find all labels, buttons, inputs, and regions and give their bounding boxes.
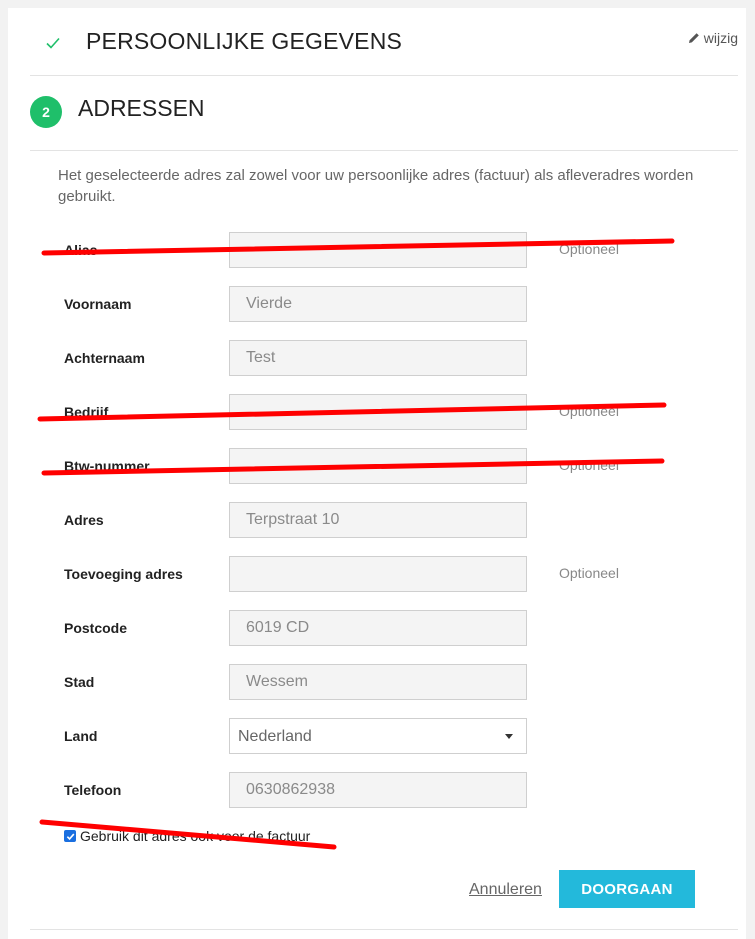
divider xyxy=(30,929,738,930)
alias-input[interactable] xyxy=(229,232,527,268)
form-row-alias: Alias Optioneel xyxy=(8,232,746,270)
firstname-input[interactable] xyxy=(229,286,527,322)
step-number-badge: 2 xyxy=(30,96,62,128)
form-row-address2: Toevoeging adres Optioneel xyxy=(8,556,746,594)
field-label: Toevoeging adres xyxy=(64,566,183,582)
optional-note: Optioneel xyxy=(559,241,619,257)
company-input[interactable] xyxy=(229,394,527,430)
step-personal-info: PERSOONLIJKE GEGEVENS wijzig xyxy=(30,8,738,76)
checkmark-icon xyxy=(46,37,60,49)
invoice-checkbox[interactable] xyxy=(64,830,76,842)
optional-note: Optioneel xyxy=(559,457,619,473)
pencil-icon xyxy=(688,33,699,43)
optional-note: Optioneel xyxy=(559,565,619,581)
field-label: Stad xyxy=(64,674,95,690)
edit-link[interactable]: wijzig xyxy=(688,30,738,46)
form-row-address: Adres xyxy=(8,502,746,540)
form-row-company: Bedrijf Optioneel xyxy=(8,394,746,432)
dropdown-caret-icon xyxy=(505,734,513,739)
field-label: Adres xyxy=(64,512,104,528)
lastname-input[interactable] xyxy=(229,340,527,376)
step-title: PERSOONLIJKE GEGEVENS xyxy=(86,28,403,54)
postcode-input[interactable] xyxy=(229,610,527,646)
field-label: Voornaam xyxy=(64,296,132,312)
invoice-checkbox-label: Gebruik dit adres ook voor de factuur xyxy=(80,828,311,844)
form-row-lastname: Achternaam xyxy=(8,340,746,378)
field-label: Bedrijf xyxy=(64,404,109,420)
checkbox-check-icon xyxy=(66,833,74,840)
cancel-link[interactable]: Annuleren xyxy=(469,881,542,899)
field-label: Postcode xyxy=(64,620,128,636)
form-row-phone: Telefoon xyxy=(8,772,746,810)
field-label: Btw-nummer xyxy=(64,458,150,474)
city-input[interactable] xyxy=(229,664,527,700)
step-title: ADRESSEN xyxy=(78,95,205,121)
vat-input[interactable] xyxy=(229,448,527,484)
intro-text: Het geselecteerde adres zal zowel voor u… xyxy=(58,167,694,205)
field-label: Telefoon xyxy=(64,782,122,798)
field-label: Land xyxy=(64,728,98,744)
form-row-city: Stad xyxy=(8,664,746,702)
field-label: Alias xyxy=(64,242,98,258)
continue-button[interactable]: DOORGAAN xyxy=(559,870,695,908)
edit-label: wijzig xyxy=(703,30,738,46)
form-row-firstname: Voornaam xyxy=(8,286,746,324)
checkout-card: PERSOONLIJKE GEGEVENS wijzig 2 ADRESSEN … xyxy=(8,8,746,939)
address-input[interactable] xyxy=(229,502,527,538)
country-select[interactable]: Nederland xyxy=(229,718,527,754)
field-label: Achternaam xyxy=(64,350,145,366)
optional-note: Optioneel xyxy=(559,403,619,419)
country-selected-value: Nederland xyxy=(238,728,312,745)
form-row-postcode: Postcode xyxy=(8,610,746,648)
phone-input[interactable] xyxy=(229,772,527,808)
address2-input[interactable] xyxy=(229,556,527,592)
invoice-checkbox-row[interactable]: Gebruik dit adres ook voor de factuur xyxy=(64,827,310,845)
form-row-country: Land Nederland xyxy=(8,718,746,756)
form-row-vat: Btw-nummer Optioneel xyxy=(8,448,746,486)
